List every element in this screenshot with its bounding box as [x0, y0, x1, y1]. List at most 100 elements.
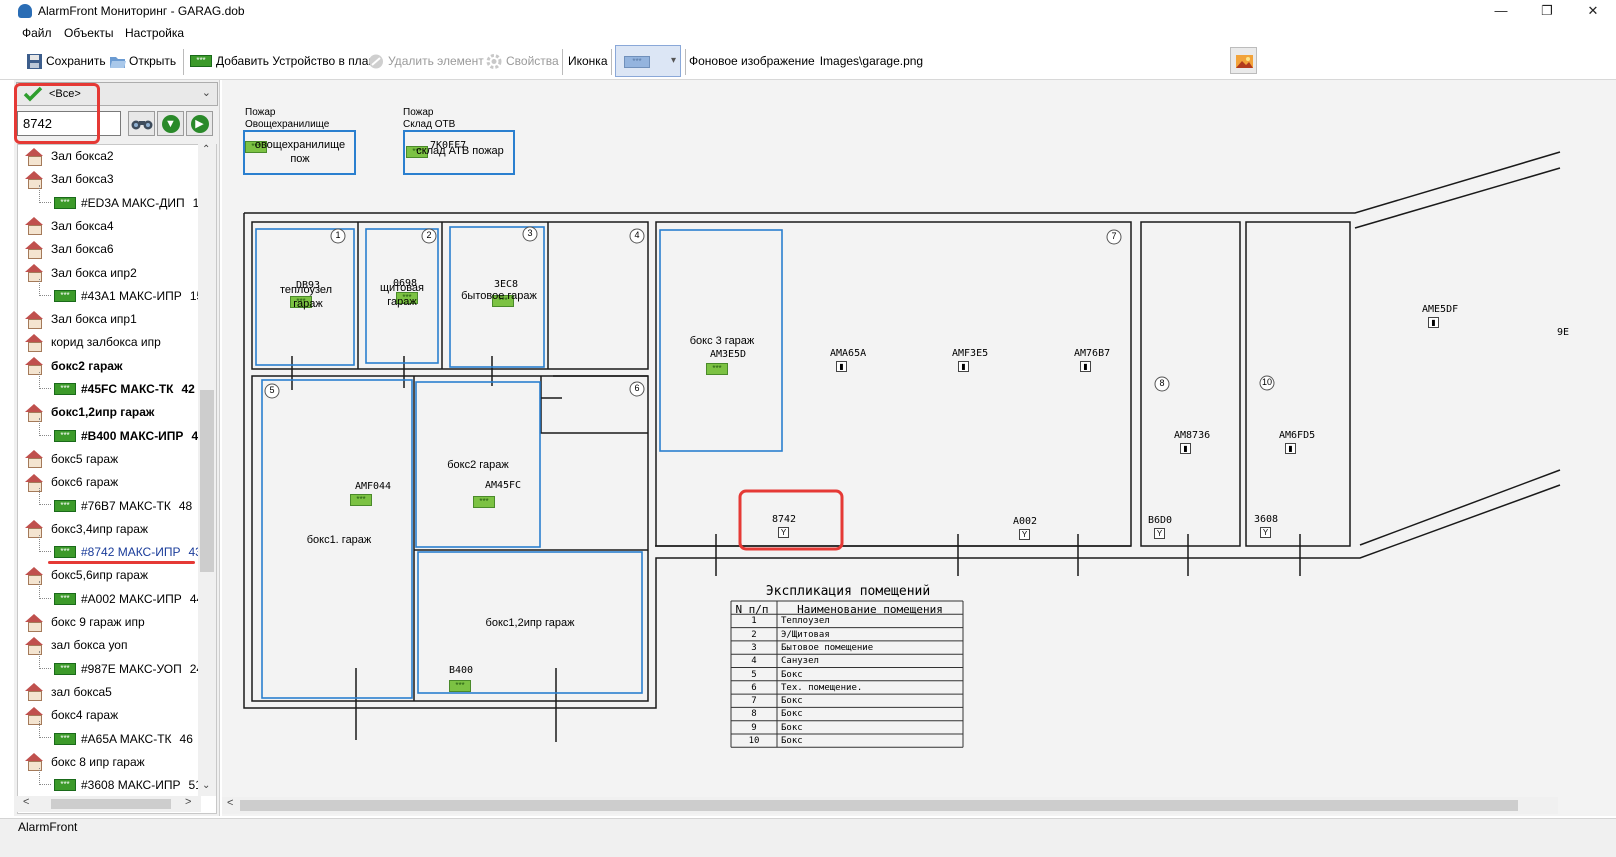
- scroll-right-icon[interactable]: >: [185, 796, 191, 808]
- gear-icon: [486, 53, 502, 69]
- tree-device-item[interactable]: *** #43A1 МАКС-ИПР 15: [54, 285, 203, 307]
- arrow-down-icon: ▼: [161, 114, 180, 133]
- tree-connector: [39, 371, 51, 389]
- find-next-button[interactable]: ▼: [157, 111, 184, 136]
- device-chip-icon[interactable]: ***: [706, 363, 728, 375]
- delete-element-button[interactable]: Удалить элемент: [368, 51, 484, 71]
- sensor-icon[interactable]: ▮: [1285, 443, 1296, 454]
- menu-settings[interactable]: Настройка: [125, 26, 184, 40]
- explication-row-name: Бокс: [781, 696, 803, 707]
- find-button[interactable]: [128, 111, 155, 136]
- go-button[interactable]: ▶: [186, 111, 213, 136]
- scroll-thumb[interactable]: [51, 799, 171, 809]
- device-chip-icon[interactable]: ***: [449, 680, 471, 692]
- icon-selector-dropdown[interactable]: *** ▾: [615, 45, 681, 77]
- tree-device-item[interactable]: *** #A002 МАКС-ИПР 44: [54, 588, 203, 610]
- smoke-detector-icon[interactable]: Y: [1019, 529, 1030, 540]
- scroll-thumb[interactable]: [200, 390, 214, 572]
- fire-zone-title: Пожар: [245, 107, 276, 118]
- tree-item-label: бокс 9 гараж ипр: [51, 615, 145, 629]
- floppy-disk-icon: [27, 53, 42, 69]
- tree-item-label: #ED3A МАКС-ДИП: [81, 195, 185, 210]
- status-bar: AlarmFront: [0, 818, 1616, 857]
- maximize-button[interactable]: ❐: [1524, 0, 1570, 23]
- device-chip-icon[interactable]: ***: [473, 496, 495, 508]
- tree-device-item[interactable]: *** #45FC МАКС-ТК 42: [54, 378, 195, 400]
- canvas-horizontal-scrollbar[interactable]: <: [222, 797, 1558, 814]
- tree-device-item[interactable]: *** #A65A МАКС-ТК 46: [54, 728, 193, 750]
- room-number-circles: [264, 226, 1275, 399]
- tree-group-item[interactable]: бокс5 гараж: [24, 448, 118, 470]
- explication-row-number: 5: [751, 669, 757, 680]
- menu-objects[interactable]: Объекты: [64, 26, 114, 40]
- tree-group-item[interactable]: Зал бокса6: [24, 238, 114, 260]
- house-icon: [24, 683, 44, 702]
- sensor-label: A002: [1013, 516, 1038, 527]
- tree-connector: [39, 278, 51, 296]
- scroll-left-icon[interactable]: <: [23, 796, 29, 808]
- tree-group-item[interactable]: зал бокса5: [24, 681, 112, 703]
- tree-device-item[interactable]: *** #ED3A МАКС-ДИП 1: [54, 192, 199, 214]
- tree-group-item[interactable]: бокс 9 гараж ипр: [24, 611, 145, 633]
- add-device-label: Добавить Устройство в план: [216, 54, 375, 68]
- device-chip-icon: ***: [54, 196, 76, 209]
- smoke-detector-icon[interactable]: Y: [1154, 528, 1165, 539]
- tree-vertical-scrollbar[interactable]: ⌃ ⌄: [198, 144, 216, 796]
- tree-group-item[interactable]: Зал бокса2: [24, 145, 114, 167]
- scroll-down-icon[interactable]: ⌄: [202, 780, 210, 791]
- tree-horizontal-scrollbar[interactable]: < >: [17, 796, 201, 812]
- room-number: 10: [1261, 377, 1273, 387]
- menu-file[interactable]: Файл: [22, 26, 52, 40]
- minimize-button[interactable]: —: [1478, 0, 1524, 23]
- tree-connector: [39, 488, 51, 506]
- properties-button[interactable]: Свойства: [486, 51, 559, 71]
- floor-plan-svg: [243, 130, 1561, 748]
- house-icon: [24, 310, 44, 329]
- floor-plan-canvas[interactable]: Пожар Овощехранилище *** овощехранилище пож П…: [222, 80, 1616, 816]
- open-button[interactable]: Открыть: [109, 51, 176, 71]
- device-chip-icon: ***: [54, 383, 76, 395]
- device-chip-icon[interactable]: ***: [350, 494, 372, 506]
- fire-zone-subtitle: Склад ОТВ: [403, 119, 456, 130]
- tree-group-item[interactable]: Зал бокса3: [24, 168, 114, 190]
- scroll-left-icon[interactable]: <: [227, 797, 233, 809]
- choose-background-button[interactable]: [1230, 47, 1257, 74]
- tree-device-item[interactable]: *** #76B7 МАКС-ТК 48: [54, 495, 192, 517]
- tree-item-label: Зал бокса2: [51, 149, 114, 163]
- tree-device-item[interactable]: ***#B400 МАКС-ИПР40: [54, 425, 205, 447]
- tree-item-label: корид залбокса ипр: [51, 335, 161, 350]
- scroll-up-icon[interactable]: ⌃: [202, 144, 210, 155]
- sensor-icon[interactable]: ▮: [836, 361, 847, 372]
- close-button[interactable]: ✕: [1570, 0, 1616, 23]
- zone-outlines: [243, 130, 783, 699]
- tree-item-label: Зал бокса ипр1: [51, 312, 137, 327]
- tree-device-item[interactable]: *** #987E МАКС-УОП 24: [54, 658, 203, 680]
- status-text: AlarmFront: [18, 820, 78, 834]
- house-icon: [24, 333, 44, 352]
- device-chip-icon: ***: [54, 429, 76, 442]
- room-name: бокс2 гараж: [447, 459, 509, 471]
- fire-zone-name: склад АТВ пожар: [416, 145, 504, 157]
- room-device-code: 3EC8: [493, 279, 519, 290]
- object-tree[interactable]: Зал бокса2 Зал бокса3 *** #ED3A МАКС-ДИП 1 За…: [17, 144, 217, 814]
- sensor-icon[interactable]: ▮: [1180, 443, 1191, 454]
- sensor-icon[interactable]: ▮: [1428, 317, 1439, 328]
- tree-device-item[interactable]: *** #8742 МАКС-ИПР 43: [54, 541, 202, 563]
- add-device-button[interactable]: *** Добавить Устройство в план: [190, 51, 375, 71]
- sensor-label: AM76B7: [1074, 348, 1111, 359]
- sensor-icon[interactable]: ▮: [958, 361, 969, 372]
- tree-group-item[interactable]: Зал бокса4: [24, 215, 114, 237]
- tree-group-item[interactable]: корид залбокса ипр: [24, 331, 161, 353]
- smoke-detector-icon[interactable]: Y: [778, 527, 789, 538]
- menu-bar: Файл Объекты Настройка: [0, 23, 1616, 43]
- save-button[interactable]: Сохранить: [26, 51, 106, 71]
- background-image-label: Фоновое изображение Images\garage.png: [689, 51, 923, 71]
- sensor-icon[interactable]: ▮: [1080, 361, 1091, 372]
- scroll-thumb[interactable]: [240, 800, 1518, 811]
- smoke-detector-icon[interactable]: Y: [1260, 527, 1271, 538]
- tree-group-item[interactable]: Зал бокса ипр1: [24, 308, 137, 330]
- room-name: теплоузел: [279, 284, 333, 296]
- object-panel: <Все> ⌄ ▼ ▶ Зал бокса2Зал бокса3***#ED3A…: [14, 80, 220, 816]
- house-icon: [24, 613, 44, 632]
- tree-device-item[interactable]: *** #3608 МАКС-ИПР 51: [54, 774, 202, 796]
